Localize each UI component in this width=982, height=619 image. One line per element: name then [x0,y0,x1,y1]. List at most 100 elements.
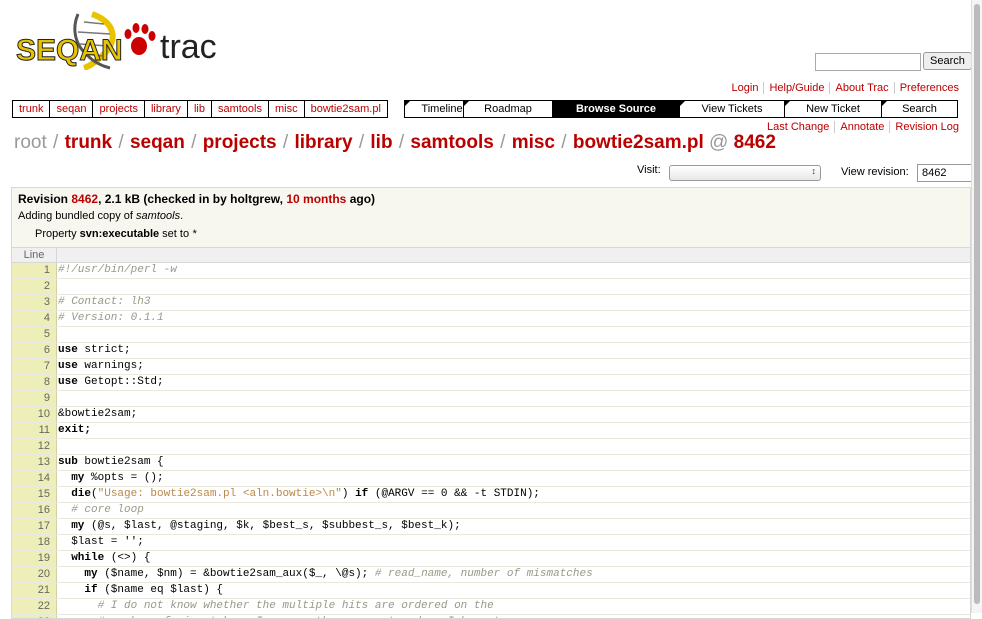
code-line: 1 #!/usr/bin/perl -w [12,263,970,279]
line-number-link[interactable]: 20 [12,567,57,582]
code-line: 23 # number of mismatches. I assume they… [12,615,970,618]
line-number-link[interactable]: 1 [12,263,57,278]
revision-log-link[interactable]: Revision Log [895,121,959,133]
code-line: 21 if ($name eq $last) { [12,583,970,599]
line-number-link[interactable]: 21 [12,583,57,598]
breadcrumb: root / trunk / seqan / projects / librar… [14,132,776,153]
line-number-link[interactable]: 19 [12,551,57,566]
code-text: &bowtie2sam; [58,408,138,420]
code-text: # I do not know whether the multiple hit… [58,600,494,612]
code-text: # core loop [58,504,144,516]
code-line: 7 use warnings; [12,359,970,375]
code-line: 8 use Getopt::Std; [12,375,970,391]
tab-search[interactable]: Search [882,101,958,117]
code-text: # Version: 0.1.1 [58,312,164,324]
line-number-link[interactable]: 16 [12,503,57,518]
line-number-link[interactable]: 13 [12,455,57,470]
breadcrumb-library[interactable]: library [294,132,352,153]
line-number-link[interactable]: 12 [12,439,57,454]
code-line: 16 # core loop [12,503,970,519]
code-line: 13 sub bowtie2sam { [12,455,970,471]
view-revision-input[interactable]: 8462 [917,164,974,182]
code-line: 11 exit; [12,423,970,439]
main-navigation: Timeline Roadmap Browse Source View Tick… [404,100,958,118]
age-link[interactable]: 10 months [286,192,346,206]
line-number-link[interactable]: 15 [12,487,57,502]
code-line: 18 $last = ''; [12,535,970,551]
code-line: 5 [12,327,970,343]
code-text: my ($name, $nm) = &bowtie2sam_aux($_, \@… [84,568,593,580]
revision-info: Revision 8462, 2.1 kB (checked in by hol… [11,187,971,248]
at-sign: @ [709,132,729,153]
line-number-link[interactable]: 9 [12,391,57,406]
line-number-link[interactable]: 3 [12,295,57,310]
line-number-link[interactable]: 8 [12,375,57,390]
code-header: Line [12,248,970,263]
line-number-link[interactable]: 2 [12,279,57,294]
code-line: 4 # Version: 0.1.1 [12,311,970,327]
code-line: 17 my (@s, $last, @staging, $k, $best_s,… [12,519,970,535]
tab-browse-source[interactable]: Browse Source [553,101,680,117]
revision-link[interactable]: 8462 [71,192,98,206]
path-tab-misc[interactable]: misc [269,101,305,117]
code-text: while (<>) { [71,552,151,564]
path-tab-trunk[interactable]: trunk [13,101,51,117]
code-text: use strict; [58,344,131,356]
code-line: 14 my %opts = (); [12,471,970,487]
code-listing: Line 1 #!/usr/bin/perl -w 2 3 # Contact: lh3… [11,247,971,619]
path-tab-samtools[interactable]: samtools [212,101,269,117]
line-column-header: Line [12,248,57,262]
line-number-link[interactable]: 17 [12,519,57,534]
line-number-link[interactable]: 14 [12,471,57,486]
line-number-link[interactable]: 18 [12,535,57,550]
seqan-trac-logo[interactable]: SEQAN trac [14,8,234,71]
breadcrumb-root[interactable]: root [14,132,47,153]
vertical-scrollbar[interactable] [971,0,982,613]
last-change-link[interactable]: Last Change [767,121,829,133]
breadcrumb-projects[interactable]: projects [203,132,277,153]
trac-logo-text: trac [160,28,217,66]
line-number-link[interactable]: 7 [12,359,57,374]
breadcrumb-samtools[interactable]: samtools [410,132,493,153]
about-trac-link[interactable]: About Trac [835,82,888,94]
search-input[interactable] [815,53,921,71]
breadcrumb-lib[interactable]: lib [370,132,392,153]
code-line: 20 my ($name, $nm) = &bowtie2sam_aux($_,… [12,567,970,583]
search-form: Search [815,52,972,71]
visit-select[interactable]: ↕ [669,165,821,181]
view-revision-label: View revision: [841,166,909,178]
tab-roadmap[interactable]: Roadmap [464,101,553,117]
path-tab-bowtie2sam[interactable]: bowtie2sam.pl [305,101,388,117]
breadcrumb-trunk[interactable]: trunk [65,132,113,153]
tab-view-tickets[interactable]: View Tickets [680,101,785,117]
path-tab-library[interactable]: library [145,101,188,117]
path-tab-lib[interactable]: lib [188,101,212,117]
path-tab-seqan[interactable]: seqan [50,101,94,117]
help-guide-link[interactable]: Help/Guide [769,82,824,94]
code-line: 3 # Contact: lh3 [12,295,970,311]
seqan-logo-text: SEQAN [16,34,123,67]
login-link[interactable]: Login [732,82,759,94]
line-number-link[interactable]: 5 [12,327,57,342]
search-button[interactable]: Search [923,52,972,70]
annotate-link[interactable]: Annotate [840,121,884,133]
line-number-link[interactable]: 11 [12,423,57,438]
breadcrumb-revision[interactable]: 8462 [734,132,776,153]
path-tab-projects[interactable]: projects [93,101,145,117]
preferences-link[interactable]: Preferences [900,82,959,94]
code-text: my (@s, $last, @staging, $k, $best_s, $s… [71,520,461,532]
breadcrumb-seqan[interactable]: seqan [130,132,185,153]
line-number-link[interactable]: 10 [12,407,57,422]
tab-wiki-timeline-overlap[interactable]: Timeline [405,101,464,117]
line-number-link[interactable]: 22 [12,599,57,614]
meta-navigation: Login Help/Guide About Trac Preferences [727,82,964,94]
scrollbar-thumb[interactable] [974,4,980,604]
tab-new-ticket[interactable]: New Ticket [785,101,882,117]
line-number-link[interactable]: 23 [12,615,57,618]
line-number-link[interactable]: 4 [12,311,57,326]
breadcrumb-bowtie2sam[interactable]: bowtie2sam.pl [573,132,704,153]
property-info: Property svn:executable set to * [35,228,197,240]
code-text: my %opts = (); [71,472,164,484]
line-number-link[interactable]: 6 [12,343,57,358]
breadcrumb-misc[interactable]: misc [512,132,555,153]
